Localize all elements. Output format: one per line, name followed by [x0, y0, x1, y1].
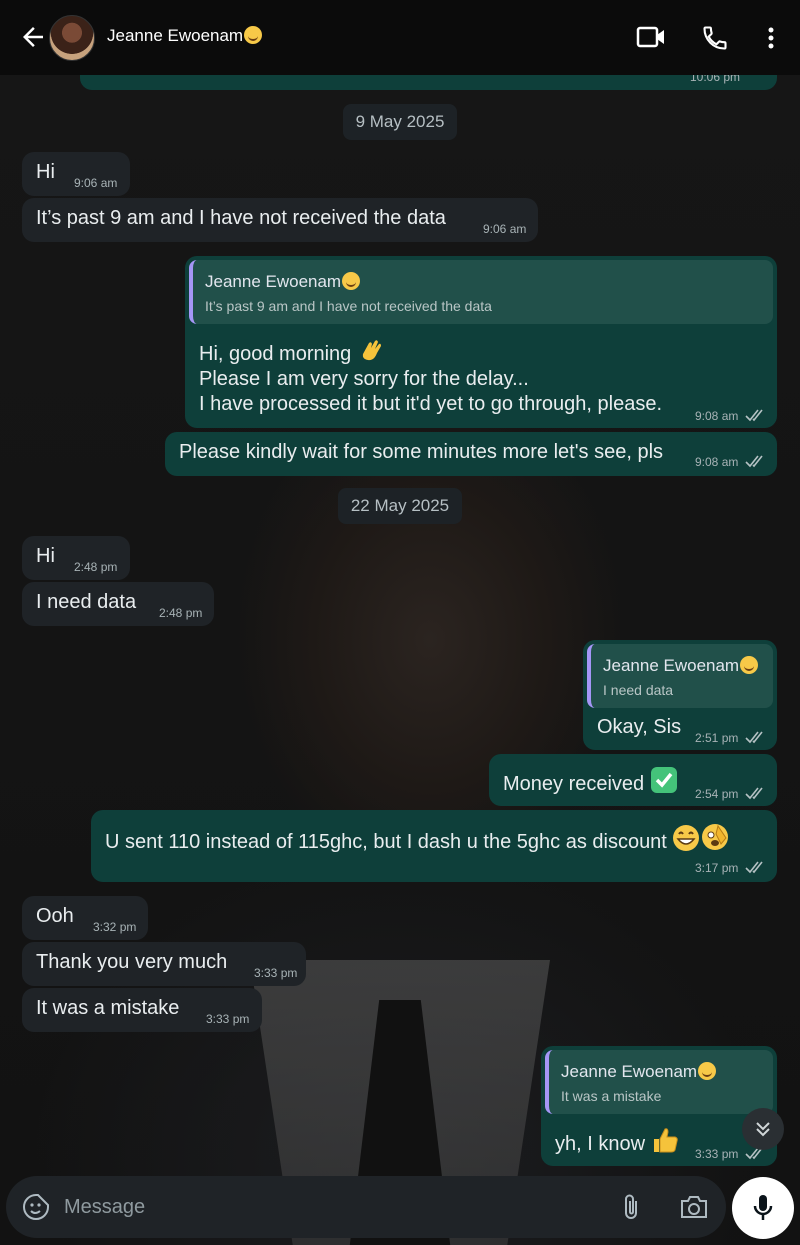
message-time: 2:54 pm: [695, 787, 739, 801]
quoted-message[interactable]: Jeanne Ewoenam It’s past 9 am and I have…: [189, 260, 773, 324]
chat-header: Jeanne Ewoenam: [0, 0, 800, 75]
message-bubble-outgoing[interactable]: Please kindly wait for some minutes more…: [165, 432, 777, 476]
video-call-icon[interactable]: [636, 25, 666, 51]
double-check-icon: [745, 455, 763, 468]
message-time: 9:06 am: [74, 176, 118, 190]
quoted-message[interactable]: Jeanne Ewoenam I need data: [587, 644, 773, 708]
message-bubble-incoming[interactable]: Thank you very much 3:33 pm: [22, 942, 306, 986]
arrow-left-icon[interactable]: [18, 22, 48, 52]
quote-sender: Jeanne Ewoenam: [205, 272, 361, 292]
message-text: Hi, good morning Please I am very sorry …: [199, 338, 662, 417]
message-time: 2:48 pm: [159, 606, 203, 620]
message-bubble-outgoing[interactable]: U sent 110 instead of 115ghc, but I dash…: [91, 810, 777, 882]
smiling-face-icon: [244, 26, 263, 44]
message-text: Please kindly wait for some minutes more…: [179, 441, 664, 463]
camera-icon[interactable]: [679, 1194, 709, 1220]
message-text: It was a mistake: [36, 997, 180, 1019]
double-check-icon: [745, 787, 763, 800]
message-bubble-incoming[interactable]: I need data 2:48 pm: [22, 582, 214, 626]
contact-name[interactable]: Jeanne Ewoenam: [107, 26, 263, 46]
message-text: Thank you very much: [36, 951, 228, 973]
message-time: 3:17 pm: [695, 861, 739, 875]
quote-sender: Jeanne Ewoenam: [603, 656, 759, 676]
phone-icon[interactable]: [701, 24, 729, 52]
message-text: Ooh: [36, 905, 74, 927]
smiling-face-icon: [698, 1062, 717, 1080]
message-time: 3:33 pm: [206, 1012, 250, 1026]
quote-sender: Jeanne Ewoenam: [561, 1062, 717, 1082]
quote-text: It was a mistake: [561, 1088, 662, 1104]
message-text: Hi: [36, 161, 55, 183]
microphone-icon: [753, 1195, 773, 1220]
date-chip: 22 May 2025: [338, 488, 462, 524]
thumbs-up-icon: [653, 1128, 678, 1153]
check-mark-button-icon: [650, 767, 677, 793]
message-text: yh, I know: [555, 1126, 679, 1156]
message-text: I need data: [36, 591, 137, 613]
quote-text: I need data: [603, 682, 674, 698]
sticker-icon[interactable]: [22, 1193, 50, 1221]
message-bubble-incoming[interactable]: It was a mistake 3:33 pm: [22, 988, 262, 1032]
double-check-icon: [745, 731, 763, 744]
smiling-face-icon: [342, 272, 361, 290]
message-text: It’s past 9 am and I have not received t…: [36, 207, 446, 229]
message-bubble-outgoing[interactable]: Money received 2:54 pm: [489, 754, 777, 806]
message-time: 3:32 pm: [93, 920, 137, 934]
message-text: U sent 110 instead of 115ghc, but I dash…: [105, 822, 730, 854]
message-composer: [6, 1176, 726, 1238]
message-bubble-outgoing[interactable]: Jeanne Ewoenam It was a mistake yh, I kn…: [541, 1046, 777, 1166]
quoted-message[interactable]: Jeanne Ewoenam It was a mistake: [545, 1050, 773, 1114]
contact-name-text: Jeanne Ewoenam: [107, 26, 244, 45]
message-input[interactable]: [64, 1192, 584, 1222]
paperclip-icon[interactable]: [618, 1192, 644, 1222]
message-text: Hi: [36, 545, 55, 567]
voice-message-button[interactable]: [732, 1177, 794, 1239]
message-time: 2:51 pm: [695, 731, 739, 745]
message-time: 9:08 am: [695, 455, 739, 469]
grinning-face-icon: [673, 825, 700, 851]
scroll-to-bottom-button[interactable]: [742, 1108, 784, 1150]
message-time: 3:33 pm: [254, 966, 298, 980]
message-time: 2:48 pm: [74, 560, 118, 574]
face-peeking-icon: [702, 824, 729, 850]
more-vert-icon[interactable]: [764, 26, 778, 50]
waving-hand-icon: [362, 340, 381, 361]
message-bubble-incoming[interactable]: It’s past 9 am and I have not received t…: [22, 198, 538, 242]
double-check-icon: [745, 861, 763, 874]
message-bubble-incoming[interactable]: Hi 2:48 pm: [22, 536, 130, 580]
message-text: Okay, Sis: [597, 716, 682, 738]
double-chevron-down-icon: [756, 1122, 770, 1137]
quote-text: It’s past 9 am and I have not received t…: [205, 298, 492, 314]
smiling-face-icon: [740, 656, 759, 674]
message-bubble-incoming[interactable]: Ooh 3:32 pm: [22, 896, 148, 940]
date-chip: 9 May 2025: [343, 104, 457, 140]
message-time: 3:33 pm: [695, 1147, 739, 1161]
double-check-icon: [745, 409, 763, 422]
message-bubble-outgoing[interactable]: Jeanne Ewoenam It’s past 9 am and I have…: [185, 256, 777, 428]
message-time: 9:06 am: [483, 222, 527, 236]
message-bubble-outgoing[interactable]: Jeanne Ewoenam I need data Okay, Sis 2:5…: [583, 640, 777, 750]
contact-avatar[interactable]: [49, 15, 95, 61]
message-bubble-incoming[interactable]: Hi 9:06 am: [22, 152, 130, 196]
message-time: 9:08 am: [695, 409, 739, 423]
message-text: Money received: [503, 766, 678, 796]
